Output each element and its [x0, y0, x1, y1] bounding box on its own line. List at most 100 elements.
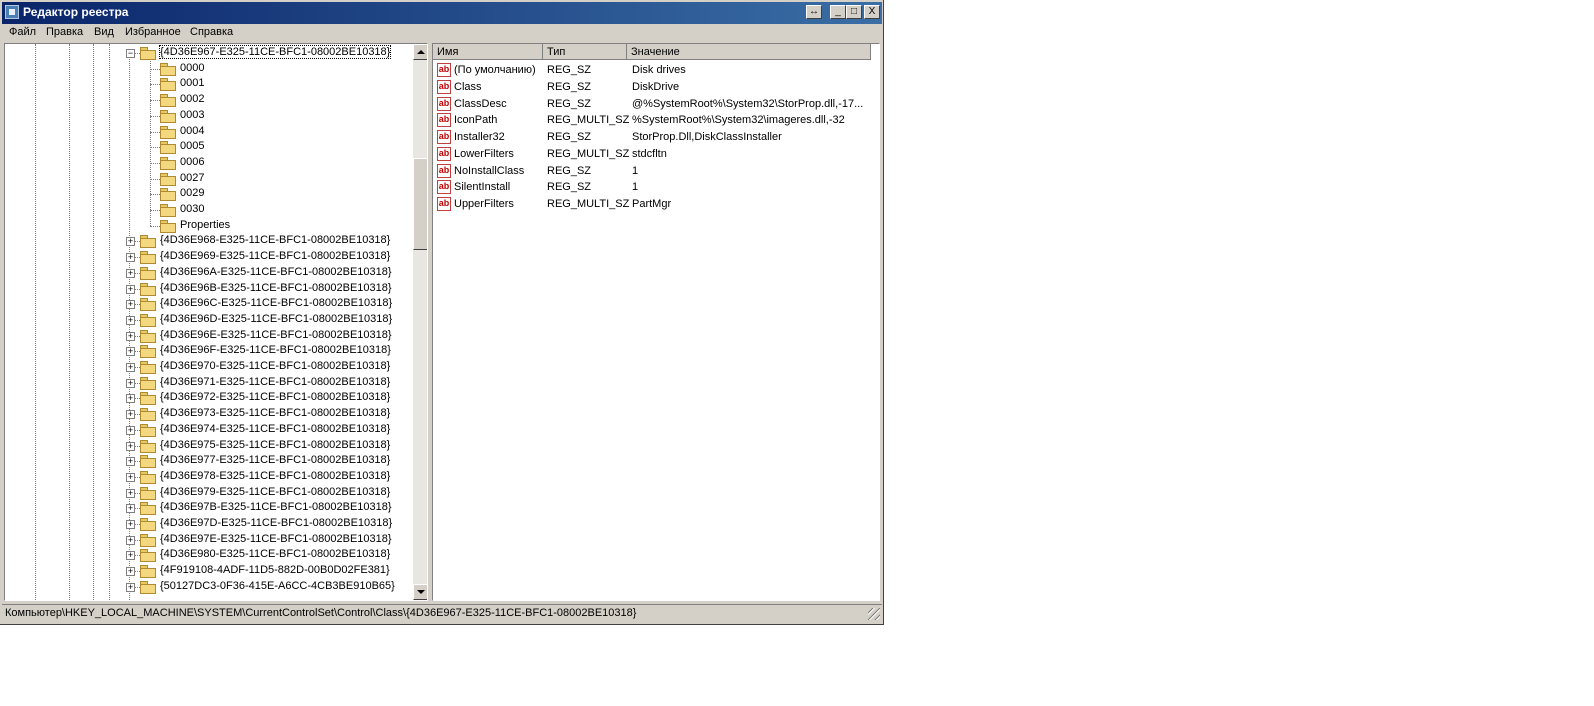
registry-tree[interactable]: − {4D36E967-E325-11CE-BFC1-08002BE10318} 0… [4, 43, 428, 601]
minimize-button[interactable]: _ [830, 5, 846, 19]
tree-node-child[interactable]: 0029 [5, 186, 409, 202]
expand-icon[interactable]: + [126, 394, 135, 403]
scroll-thumb[interactable] [413, 158, 427, 250]
collapse-icon[interactable]: − [126, 49, 135, 58]
expand-icon[interactable]: + [126, 489, 135, 498]
value-row[interactable]: ab NoInstallClass REG_SZ 1 [433, 163, 879, 180]
restore-down-button[interactable]: ↔ [806, 5, 822, 19]
column-header-name[interactable]: Имя [433, 44, 543, 60]
scroll-up-button[interactable] [413, 44, 427, 60]
expand-icon[interactable]: + [126, 583, 135, 592]
values-list[interactable]: Имя Тип Значение ab (По умолчанию) REG_SZ D… [432, 43, 880, 601]
tree-node-child[interactable]: 0001 [5, 76, 409, 92]
tree-node-child[interactable]: 0027 [5, 171, 409, 187]
tree-node-child[interactable]: 0030 [5, 202, 409, 218]
expand-icon[interactable]: + [126, 536, 135, 545]
tree-node-sibling[interactable]: + {4D36E970-E325-11CE-BFC1-08002BE10318} [5, 359, 409, 375]
tree-node-sibling[interactable]: + {50127DC3-0F36-415E-A6CC-4CB3BE910B65} [5, 579, 409, 595]
string-value-icon: ab [437, 164, 451, 178]
tree-node-sibling[interactable]: + {4D36E96D-E325-11CE-BFC1-08002BE10318} [5, 312, 409, 328]
expand-icon[interactable]: + [126, 410, 135, 419]
value-row[interactable]: ab ClassDesc REG_SZ @%SystemRoot%\System32\… [433, 96, 879, 113]
menu-edit[interactable]: Правка [46, 26, 83, 38]
tree-node-sibling[interactable]: + {4D36E969-E325-11CE-BFC1-08002BE10318} [5, 249, 409, 265]
tree-node-child[interactable]: 0004 [5, 124, 409, 140]
expand-icon[interactable]: + [126, 316, 135, 325]
expand-icon[interactable]: + [126, 442, 135, 451]
tree-node-sibling[interactable]: + {4D36E973-E325-11CE-BFC1-08002BE10318} [5, 406, 409, 422]
tree-node-selected[interactable]: − {4D36E967-E325-11CE-BFC1-08002BE10318} [5, 45, 409, 61]
expand-icon[interactable]: + [126, 457, 135, 466]
column-header-value[interactable]: Значение [627, 44, 871, 60]
tree-node-child[interactable]: 0005 [5, 139, 409, 155]
tree-connector [150, 147, 160, 148]
value-value-cell: 1 [632, 165, 639, 177]
expand-icon[interactable]: + [126, 300, 135, 309]
tree-node-sibling[interactable]: + {4D36E980-E325-11CE-BFC1-08002BE10318} [5, 547, 409, 563]
expand-icon[interactable]: + [126, 567, 135, 576]
tree-node-sibling[interactable]: + {4F919108-4ADF-11D5-882D-00B0D02FE381} [5, 563, 409, 579]
expand-icon[interactable]: + [126, 285, 135, 294]
expand-icon[interactable]: + [126, 332, 135, 341]
value-row[interactable]: ab Class REG_SZ DiskDrive [433, 79, 879, 96]
scroll-down-button[interactable] [413, 584, 427, 600]
tree-connector [150, 100, 160, 101]
tree-node-sibling[interactable]: + {4D36E97D-E325-11CE-BFC1-08002BE10318} [5, 516, 409, 532]
expand-icon[interactable]: + [126, 269, 135, 278]
value-row[interactable]: ab IconPath REG_MULTI_SZ %SystemRoot%\Syste… [433, 112, 879, 129]
value-row[interactable]: ab Installer32 REG_SZ StorProp.Dll,DiskClas… [433, 129, 879, 146]
expand-icon[interactable]: + [126, 379, 135, 388]
folder-icon [140, 565, 156, 578]
tree-node-sibling[interactable]: + {4D36E97B-E325-11CE-BFC1-08002BE10318} [5, 500, 409, 516]
tree-node-sibling[interactable]: + {4D36E971-E325-11CE-BFC1-08002BE10318} [5, 375, 409, 391]
tree-node-sibling[interactable]: + {4D36E96A-E325-11CE-BFC1-08002BE10318} [5, 265, 409, 281]
expand-icon[interactable]: + [126, 504, 135, 513]
tree-node-sibling[interactable]: + {4D36E968-E325-11CE-BFC1-08002BE10318} [5, 233, 409, 249]
tree-node-sibling[interactable]: + {4D36E978-E325-11CE-BFC1-08002BE10318} [5, 469, 409, 485]
tree-connector [150, 69, 160, 70]
maximize-button[interactable]: □ [846, 5, 862, 19]
expand-icon[interactable]: + [126, 347, 135, 356]
tree-node-child[interactable]: 0006 [5, 155, 409, 171]
tree-node-sibling[interactable]: + {4D36E977-E325-11CE-BFC1-08002BE10318} [5, 453, 409, 469]
tree-node-sibling[interactable]: + {4D36E974-E325-11CE-BFC1-08002BE10318} [5, 422, 409, 438]
tree-node-sibling[interactable]: + {4D36E972-E325-11CE-BFC1-08002BE10318} [5, 390, 409, 406]
value-row[interactable]: ab LowerFilters REG_MULTI_SZ stdcfltn [433, 146, 879, 163]
tree-label: 0030 [180, 203, 205, 215]
tree-node-sibling[interactable]: + {4D36E96C-E325-11CE-BFC1-08002BE10318} [5, 296, 409, 312]
tree-node-child[interactable]: 0003 [5, 108, 409, 124]
tree-label: 0029 [180, 187, 205, 199]
tree-node-sibling[interactable]: + {4D36E96E-E325-11CE-BFC1-08002BE10318} [5, 328, 409, 344]
column-header-type[interactable]: Тип [543, 44, 627, 60]
tree-node-child[interactable]: 0002 [5, 92, 409, 108]
tree-node-child[interactable]: 0000 [5, 61, 409, 77]
tree-node-sibling[interactable]: + {4D36E97E-E325-11CE-BFC1-08002BE10318} [5, 532, 409, 548]
tree-node-child[interactable]: Properties [5, 218, 409, 234]
tree-node-sibling[interactable]: + {4D36E96F-E325-11CE-BFC1-08002BE10318} [5, 343, 409, 359]
expand-icon[interactable]: + [126, 551, 135, 560]
value-row[interactable]: ab UpperFilters REG_MULTI_SZ PartMgr [433, 196, 879, 213]
value-row[interactable]: ab SilentInstall REG_SZ 1 [433, 179, 879, 196]
menu-help[interactable]: Справка [190, 26, 233, 38]
tree-node-sibling[interactable]: + {4D36E979-E325-11CE-BFC1-08002BE10318} [5, 485, 409, 501]
tree-scrollbar[interactable] [413, 44, 427, 600]
resize-grip-icon[interactable] [868, 608, 880, 620]
expand-icon[interactable]: + [126, 237, 135, 246]
menu-file[interactable]: Файл [9, 26, 36, 38]
value-row[interactable]: ab (По умолчанию) REG_SZ Disk drives [433, 62, 879, 79]
tree-node-sibling[interactable]: + {4D36E96B-E325-11CE-BFC1-08002BE10318} [5, 281, 409, 297]
expand-icon[interactable]: + [126, 473, 135, 482]
tree-connector [150, 194, 160, 195]
folder-icon [160, 78, 176, 91]
title-bar[interactable]: Редактор реестра ↔ _ □ X [2, 2, 882, 24]
expand-icon[interactable]: + [126, 363, 135, 372]
close-button[interactable]: X [864, 5, 880, 19]
expand-icon[interactable]: + [126, 520, 135, 529]
registry-editor-window: Редактор реестра ↔ _ □ X Файл Правка Вид… [0, 0, 884, 625]
expand-icon[interactable]: + [126, 253, 135, 262]
tree-node-sibling[interactable]: + {4D36E975-E325-11CE-BFC1-08002BE10318} [5, 438, 409, 454]
expand-icon[interactable]: + [126, 426, 135, 435]
menu-view[interactable]: Вид [94, 26, 114, 38]
menu-favorites[interactable]: Избранное [125, 26, 181, 38]
value-value-cell: 1 [632, 181, 639, 193]
